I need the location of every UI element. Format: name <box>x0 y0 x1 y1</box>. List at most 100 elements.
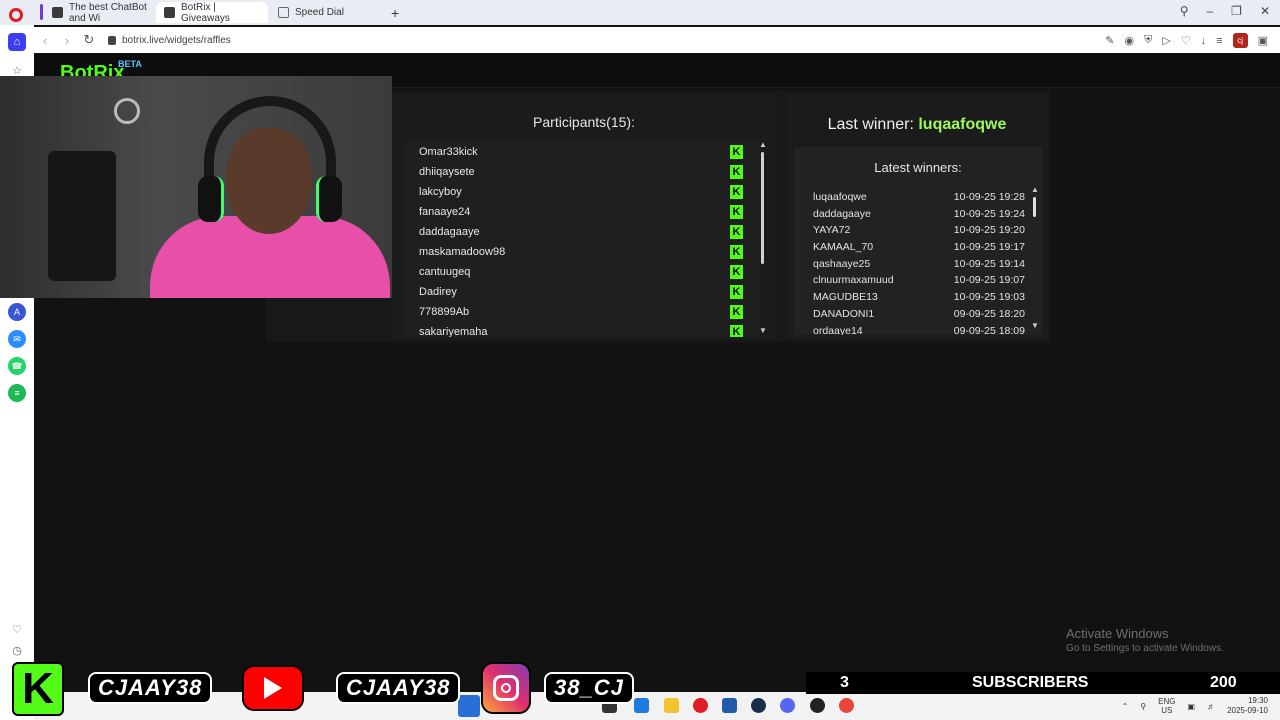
participant-row: maskamadoow98 K <box>404 242 759 262</box>
kick-icon: K <box>730 265 743 279</box>
reload-button[interactable]: ↻ <box>78 32 100 48</box>
menu-icon[interactable]: ≡ <box>1216 35 1222 47</box>
whatsapp-icon[interactable]: ☎ <box>8 357 26 375</box>
opera-logo-icon[interactable] <box>9 8 23 22</box>
volume-icon[interactable]: ♬ <box>1207 702 1215 711</box>
store-icon[interactable] <box>722 698 737 713</box>
maximize-button[interactable]: ❐ <box>1231 4 1242 18</box>
latest-winners-box: Latest winners: luqaafoqwe 10-09-25 19:28… <box>794 147 1042 335</box>
obs-icon[interactable] <box>810 698 825 713</box>
messenger-icon[interactable]: ✉ <box>8 330 26 348</box>
back-button[interactable]: ‹ <box>34 33 56 48</box>
chrome-icon[interactable] <box>839 698 854 713</box>
tray-overflow-icon[interactable]: ⌃ <box>1122 702 1129 711</box>
url-text: botrix.live/widgets/raffles <box>122 34 231 46</box>
network-icon[interactable]: ▣ <box>1188 702 1196 711</box>
winner-row: MAGUDBE13 10-09-25 19:03 <box>813 291 1025 308</box>
microphone-icon[interactable]: ⚲ <box>1140 702 1146 711</box>
participants-title: Participants(15): <box>533 114 635 130</box>
kick-icon: K <box>730 325 743 337</box>
participant-row: cantuugeq K <box>404 262 759 282</box>
webcam-chair <box>48 151 116 281</box>
participants-list[interactable]: Omar33kick K dhiiqaysete K lakcyboy K fanaa… <box>404 142 759 337</box>
camera-icon[interactable]: ◉ <box>1124 34 1134 47</box>
youtube-logo-icon <box>242 665 304 711</box>
tab-speed-dial[interactable]: Speed Dial <box>270 2 380 23</box>
scroll-down-icon[interactable]: ▼ <box>759 326 767 335</box>
opera-taskbar-icon[interactable] <box>693 698 708 713</box>
aria-icon[interactable]: A <box>8 303 26 321</box>
kick-handle: CJAAY38 <box>88 672 213 704</box>
latest-winners-title: Latest winners: <box>874 160 962 175</box>
participant-row: Omar33kick K <box>404 142 759 162</box>
shield-icon[interactable]: ⛨ <box>1144 34 1152 47</box>
scroll-down-icon[interactable]: ▼ <box>1031 321 1039 330</box>
webcam-headset-ear-left <box>198 176 224 222</box>
last-winner-name: luqaafoqwe <box>918 116 1007 133</box>
participant-name: sakariyemaha <box>419 326 488 337</box>
minimize-button[interactable]: – <box>1206 4 1213 18</box>
tab-chatbot[interactable]: The best ChatBot and Wi <box>44 1 156 24</box>
lock-icon <box>108 35 116 45</box>
scrollbar-thumb[interactable] <box>761 152 764 264</box>
tab-label: The best ChatBot and Wi <box>69 1 147 24</box>
last-winner-label: Last winner: <box>827 116 914 133</box>
discord-icon[interactable] <box>780 698 795 713</box>
kick-icon: K <box>730 305 743 319</box>
winner-row: daddagaaye 10-09-25 19:24 <box>813 208 1025 225</box>
participant-name: lakcyboy <box>419 186 462 198</box>
instagram-camera-icon <box>493 675 519 701</box>
extensions-icon[interactable]: ▣ <box>1258 34 1268 47</box>
scroll-up-icon[interactable]: ▲ <box>1031 185 1039 194</box>
language-region: US <box>1161 706 1173 715</box>
participant-name: dhiiqaysete <box>419 166 475 178</box>
winner-name: daddagaaye <box>813 207 871 220</box>
participant-row: sakariyemaha K <box>404 322 759 337</box>
winners-scrollbar[interactable]: ▲ ▼ <box>1031 185 1039 331</box>
new-tab-button[interactable]: + <box>391 5 399 21</box>
profile-avatar[interactable]: cj <box>1232 33 1248 48</box>
address-bar-actions: ✎ ◉ ⛨ ▷ ♡ ↓ ≡ cj ▣ <box>1105 33 1268 48</box>
edit-icon[interactable]: ✎ <box>1105 34 1114 47</box>
favorites-icon[interactable]: ♡ <box>8 620 26 638</box>
scroll-up-icon[interactable]: ▲ <box>759 140 767 149</box>
winner-time: 10-09-25 19:28 <box>953 191 1025 203</box>
last-winner-heading: Last winner: luqaafoqwe <box>786 116 1048 134</box>
steam-icon[interactable] <box>751 698 766 713</box>
tab-group-indicator <box>40 4 43 20</box>
play-icon[interactable]: ▷ <box>1162 34 1170 47</box>
winner-time: 10-09-25 19:20 <box>953 224 1025 237</box>
home-icon[interactable]: ⌂ <box>8 33 26 51</box>
beta-badge: BETA <box>118 59 142 69</box>
download-icon[interactable]: ↓ <box>1201 35 1207 47</box>
participant-name: cantuugeq <box>419 266 471 278</box>
edge-icon[interactable] <box>634 698 649 713</box>
subscriber-count: 3 <box>840 674 849 691</box>
participants-scrollbar[interactable]: ▲ ▼ <box>759 140 767 337</box>
clock[interactable]: 19:30 2025-09-10 <box>1227 696 1268 716</box>
spotify-icon[interactable]: ≡ <box>8 384 26 402</box>
subscriber-goal-bar: 3 SUBSCRIBERS 200 <box>806 672 1280 694</box>
windows-taskbar: ⌃ ⚲ ENG US ▣ ♬ 19:30 2025-09-10 <box>34 692 1280 720</box>
tab-giveaways[interactable]: BotRix | Giveaways <box>156 2 268 24</box>
participant-row: lakcyboy K <box>404 182 759 202</box>
language-code: ENG <box>1158 697 1176 706</box>
activate-windows-title: Activate Windows <box>1066 626 1169 641</box>
close-window-button[interactable]: ✕ <box>1260 4 1270 18</box>
search-tabs-icon[interactable]: ⚲ <box>1180 4 1189 18</box>
youtube-handle: CJAAY38 <box>336 672 461 704</box>
kick-icon: K <box>730 245 743 259</box>
url-field[interactable]: botrix.live/widgets/raffles <box>108 35 231 46</box>
forward-button[interactable]: › <box>56 33 78 48</box>
tab-favicon-icon <box>52 7 63 18</box>
kick-icon: K <box>730 165 743 179</box>
file-explorer-icon[interactable] <box>664 698 679 713</box>
scrollbar-thumb[interactable] <box>1033 197 1036 217</box>
latest-winners-list[interactable]: luqaafoqwe 10-09-25 19:28 daddagaaye 10-09… <box>813 191 1025 335</box>
search-icon[interactable] <box>458 695 480 717</box>
heart-icon[interactable]: ♡ <box>1181 34 1191 47</box>
instagram-logo-icon <box>481 662 531 714</box>
history-icon[interactable]: ◷ <box>8 641 26 659</box>
browser-tab-bar: The best ChatBot and Wi BotRix | Giveawa… <box>0 0 1280 25</box>
language-indicator[interactable]: ENG US <box>1158 697 1175 715</box>
